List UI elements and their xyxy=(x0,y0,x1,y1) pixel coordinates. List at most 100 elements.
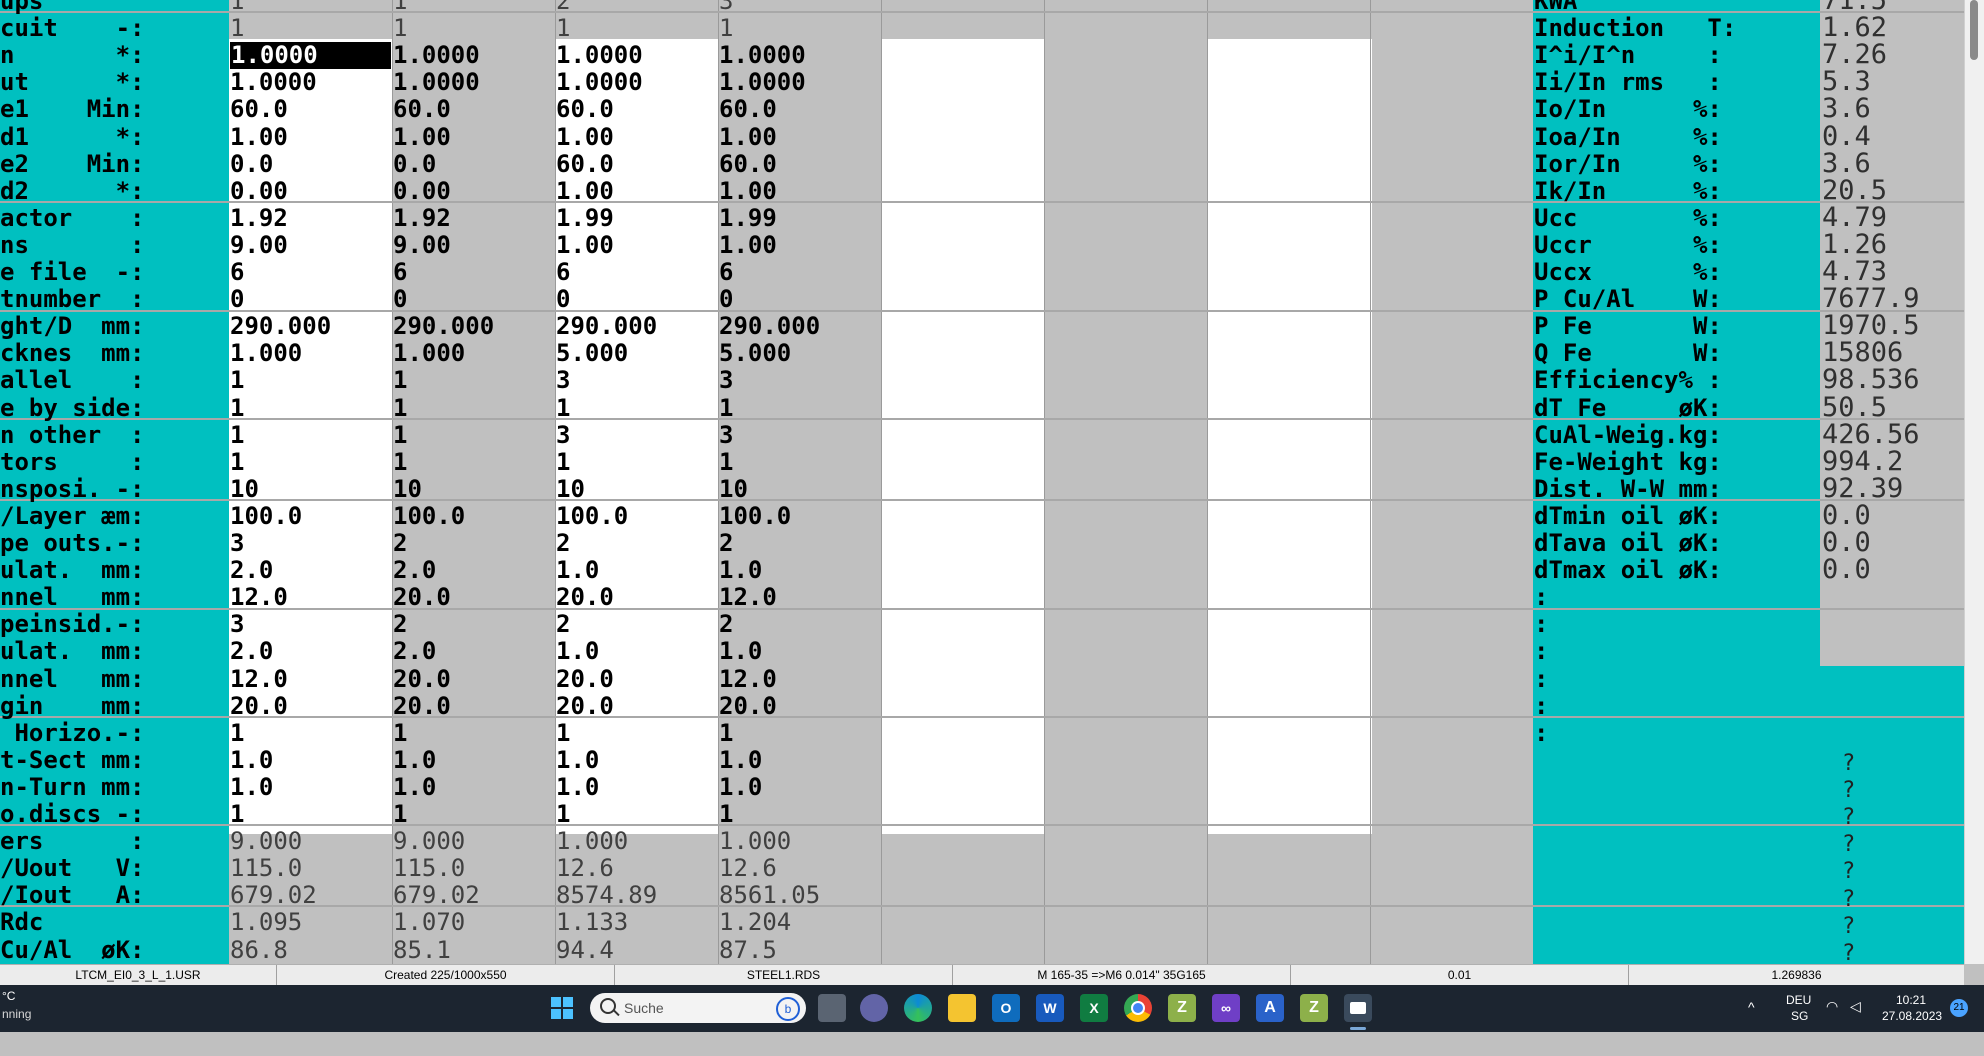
chrome-icon[interactable] xyxy=(1124,994,1152,1022)
input-value-cell[interactable]: 1.0000 xyxy=(230,69,317,96)
input-value-cell[interactable]: 12.0 xyxy=(719,584,777,611)
input-value-cell[interactable]: 290.000 xyxy=(393,313,494,340)
input-value-cell[interactable]: 20.0 xyxy=(556,665,614,693)
input-value-cell[interactable]: 1.00 xyxy=(556,123,614,151)
input-value-cell[interactable]: 3 xyxy=(719,421,733,449)
input-value-cell[interactable]: 1 xyxy=(719,801,733,828)
task-view-icon[interactable] xyxy=(818,994,846,1022)
input-value-cell[interactable]: 0 xyxy=(230,286,244,313)
input-value-cell[interactable]: 290.000 xyxy=(230,313,331,340)
volume-icon[interactable]: ◁ xyxy=(1850,998,1861,1045)
input-value-cell[interactable]: 12.0 xyxy=(230,584,288,611)
input-value-cell[interactable]: 20.0 xyxy=(556,584,614,611)
input-value-cell[interactable]: 20.0 xyxy=(230,692,288,720)
vertical-scrollbar[interactable] xyxy=(1964,0,1984,964)
input-value-cell[interactable]: 6 xyxy=(393,259,407,286)
input-value-cell[interactable]: 5.000 xyxy=(556,340,628,367)
input-value-cell[interactable]: 1.0 xyxy=(556,557,599,584)
input-value-cell[interactable]: 1.0 xyxy=(393,746,436,774)
input-value-cell[interactable]: 3 xyxy=(230,611,244,638)
input-value-cell[interactable]: 0.0 xyxy=(230,150,273,178)
input-value-cell[interactable]: 1.0 xyxy=(556,746,599,774)
input-value-cell[interactable]: 1.0000 xyxy=(556,69,643,96)
input-value-cell[interactable]: 6 xyxy=(556,259,570,286)
scrollbar-thumb[interactable] xyxy=(1970,0,1978,60)
input-value-cell[interactable]: 10 xyxy=(230,475,259,503)
input-value-cell[interactable]: 100.0 xyxy=(556,502,628,530)
input-value-cell[interactable]: 1.0 xyxy=(719,746,762,774)
input-value-cell[interactable]: 9.00 xyxy=(393,231,451,259)
teams-icon[interactable] xyxy=(860,994,888,1022)
input-value-cell[interactable]: 2.0 xyxy=(230,557,273,584)
input-value-cell[interactable]: 1.92 xyxy=(230,204,288,232)
input-value-cell[interactable]: 1.0 xyxy=(230,773,273,801)
input-value-cell[interactable]: 1 xyxy=(556,719,570,747)
taskbar-search[interactable]: Suche b xyxy=(590,993,806,1023)
word-icon[interactable]: W xyxy=(1036,994,1064,1022)
tray-chevron-up-icon[interactable]: ^ xyxy=(1748,999,1755,1046)
input-value-cell[interactable]: 10 xyxy=(556,475,585,503)
input-value-cell[interactable]: 2 xyxy=(393,611,407,638)
input-value-cell[interactable]: 20.0 xyxy=(393,584,451,611)
input-value-cell[interactable]: 1.000 xyxy=(393,340,465,367)
input-value-cell[interactable]: 2.0 xyxy=(230,638,273,665)
input-value-cell[interactable]: 1 xyxy=(393,448,407,476)
input-value-cell[interactable]: 0 xyxy=(556,286,570,313)
input-value-cell[interactable]: 1.0 xyxy=(230,746,273,774)
input-value-cell[interactable]: 1.0 xyxy=(719,557,762,584)
input-value-cell[interactable]: 1 xyxy=(230,448,244,476)
weather-text[interactable]: nning xyxy=(2,1007,31,1021)
input-value-cell[interactable]: 60.0 xyxy=(230,96,288,123)
input-value-cell[interactable]: 1.00 xyxy=(230,123,288,151)
input-value-cell[interactable]: 3 xyxy=(556,421,570,449)
input-value-cell[interactable]: 1.0 xyxy=(719,638,762,665)
input-value-cell[interactable]: 1 xyxy=(556,394,570,422)
input-value-cell[interactable]: 1.000 xyxy=(230,340,302,367)
input-value-cell[interactable]: 1.0 xyxy=(719,773,762,801)
input-value-cell[interactable]: 20.0 xyxy=(719,692,777,720)
input-value-cell[interactable]: 5.000 xyxy=(719,340,791,367)
input-value-cell[interactable]: 1 xyxy=(719,719,733,747)
input-value-cell[interactable]: 2 xyxy=(556,530,570,557)
input-value-cell[interactable]: 1 xyxy=(393,394,407,422)
input-value-cell[interactable]: 1 xyxy=(230,801,244,828)
edge-icon[interactable] xyxy=(904,994,932,1022)
input-value-cell[interactable]: 20.0 xyxy=(393,692,451,720)
input-value-cell[interactable]: 1 xyxy=(393,719,407,747)
input-value-cell[interactable]: 1.0000 xyxy=(719,69,806,96)
input-value-cell[interactable]: 3 xyxy=(230,530,244,557)
input-value-cell[interactable]: 1.00 xyxy=(393,123,451,151)
input-value-cell[interactable]: 0.00 xyxy=(393,177,451,205)
input-value-cell[interactable]: 20.0 xyxy=(393,665,451,693)
input-value-cell[interactable]: 60.0 xyxy=(556,150,614,178)
input-value-cell[interactable]: 60.0 xyxy=(719,150,777,178)
input-value-cell[interactable]: 6 xyxy=(230,259,244,286)
input-value-cell[interactable]: 1 xyxy=(230,394,244,422)
input-value-cell[interactable]: 1 xyxy=(230,421,244,449)
input-value-cell[interactable]: 10 xyxy=(719,475,748,503)
input-value-cell[interactable]: 2 xyxy=(719,611,733,638)
input-value-cell[interactable]: 1 xyxy=(556,801,570,828)
input-value-cell[interactable]: 1.0 xyxy=(393,773,436,801)
input-value-cell[interactable]: 12.0 xyxy=(719,665,777,693)
input-value-cell[interactable]: 1.92 xyxy=(393,204,451,232)
input-value-cell[interactable]: 1.0 xyxy=(556,638,599,665)
input-value-cell[interactable]: 10 xyxy=(393,475,422,503)
input-value-cell[interactable]: 1.99 xyxy=(556,204,614,232)
input-value-cell[interactable]: 1.0000 xyxy=(719,42,806,69)
input-value-cell[interactable]: 1.00 xyxy=(719,177,777,205)
input-value-cell[interactable]: 100.0 xyxy=(719,502,791,530)
visual-studio-icon[interactable]: ∞ xyxy=(1212,994,1240,1022)
clock-date[interactable]: 27.08.2023 xyxy=(1882,1009,1942,1056)
outlook-icon[interactable]: O xyxy=(992,994,1020,1022)
input-value-cell[interactable]: 9.00 xyxy=(230,231,288,259)
app-a-icon[interactable]: A xyxy=(1256,994,1284,1022)
input-value-cell[interactable]: 3 xyxy=(719,367,733,394)
app-z-icon[interactable]: Z xyxy=(1168,994,1196,1022)
input-value-cell[interactable]: 1.0000 xyxy=(230,42,391,70)
input-value-cell[interactable]: 60.0 xyxy=(556,96,614,123)
input-value-cell[interactable]: 0 xyxy=(719,286,733,313)
input-value-cell[interactable]: 1.0000 xyxy=(556,42,643,69)
input-value-cell[interactable]: 1.00 xyxy=(719,123,777,151)
input-value-cell[interactable]: 290.000 xyxy=(719,313,820,340)
